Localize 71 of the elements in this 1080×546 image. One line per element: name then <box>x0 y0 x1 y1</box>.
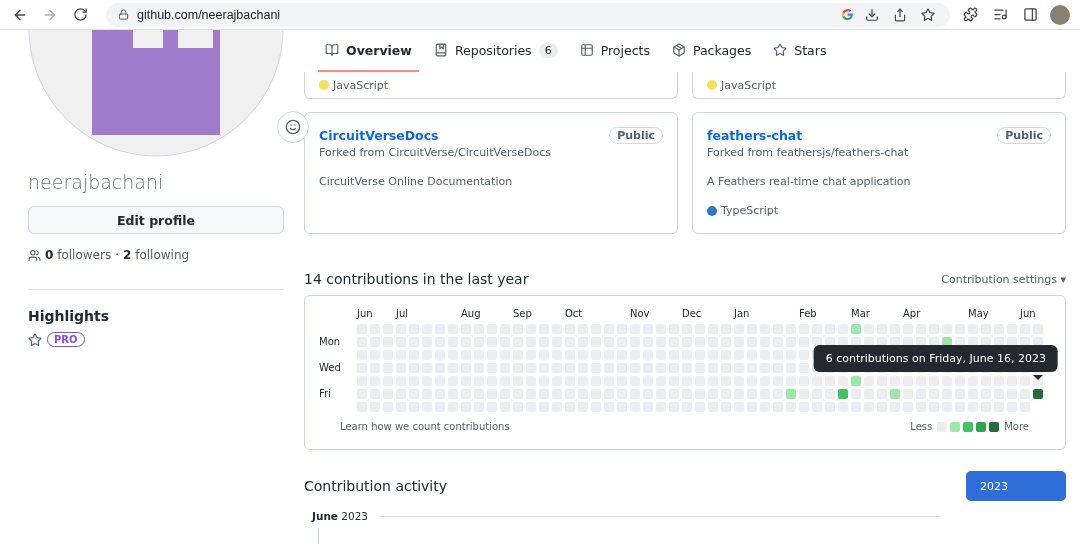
contributions-heading: 14 contributions in the last year <box>304 271 529 287</box>
contribution-settings-dropdown[interactable]: Contribution settings ▾ <box>941 272 1066 286</box>
tab-icon <box>325 43 339 57</box>
tab-icon <box>579 43 594 57</box>
month-label: Feb <box>799 308 818 321</box>
year-button[interactable]: 2023 <box>966 471 1066 501</box>
legend-swatch <box>976 421 987 432</box>
contribution-cell[interactable] <box>786 389 796 399</box>
contribution-cell[interactable] <box>838 389 848 399</box>
month-label: May <box>968 308 990 321</box>
star-icon <box>28 332 42 347</box>
contribution-cell[interactable] <box>851 324 861 334</box>
status-emoji-button[interactable] <box>277 111 309 143</box>
month-label: Jan <box>734 308 751 321</box>
contribution-cell[interactable] <box>1033 389 1043 399</box>
repo-description: CircuitVerse Online Documentation <box>319 175 514 188</box>
following-link[interactable]: 2 following <box>123 248 190 262</box>
contribution-cell[interactable] <box>812 337 822 347</box>
profile-tab[interactable]: Projects <box>572 30 657 72</box>
timeline-month-label: June 2023 <box>312 510 369 522</box>
month-label: Jun <box>1020 308 1037 321</box>
profile-tab[interactable]: Repositories 6 <box>426 30 565 72</box>
profile-tab[interactable]: Stars <box>766 30 834 72</box>
activity-heading: Contribution activity <box>304 478 447 494</box>
tooltip-arrow-icon <box>1033 375 1043 380</box>
language-label: JavaScript <box>333 78 389 92</box>
highlights-heading: Highlights <box>28 308 111 324</box>
tab-icon <box>671 43 686 57</box>
profile-tab[interactable]: Packages <box>664 30 759 72</box>
repo-link[interactable]: CircuitVerseDocs <box>319 128 439 143</box>
separator-dot: · <box>115 248 119 262</box>
tab-icon <box>773 43 788 57</box>
learn-contributions-link[interactable]: Learn how we count contributions <box>340 421 510 432</box>
weekday-label: Mon <box>319 337 342 347</box>
contribution-cell[interactable] <box>890 389 900 399</box>
smiley-icon <box>285 119 301 135</box>
weekday-label: Fri <box>319 389 332 399</box>
legend-swatch <box>989 421 1000 432</box>
google-g-icon[interactable] <box>841 8 854 21</box>
people-icon <box>28 248 41 262</box>
month-label: Oct <box>565 308 584 321</box>
month-label: Jul <box>396 308 410 321</box>
fork-note: Forked from CircuitVerse/CircuitVerseDocs <box>319 146 552 159</box>
profile-tab[interactable]: Overview <box>318 30 419 72</box>
repo-description: A Feathers real-time chat application <box>707 175 912 188</box>
legend-more-label: More <box>1004 421 1029 432</box>
month-label: Apr <box>903 308 922 321</box>
month-label: Sep <box>513 308 533 321</box>
weekday-label: Wed <box>319 363 342 373</box>
month-label: Nov <box>630 308 651 321</box>
legend-less-label: Less <box>910 421 933 432</box>
month-label: Jun <box>357 308 374 321</box>
tab-icon <box>433 43 448 57</box>
tooltip: 6 contributions on Friday, June 16, 2023 <box>813 345 1058 372</box>
legend-swatch <box>950 421 961 432</box>
repo-link[interactable]: feathers-chat <box>707 128 803 143</box>
profile-avatar[interactable] <box>1050 4 1070 25</box>
month-label: Aug <box>461 308 482 321</box>
language-label: TypeScript <box>721 204 779 217</box>
lock-icon <box>118 9 129 20</box>
language-label: JavaScript <box>721 78 777 92</box>
edit-profile-button[interactable]: Edit profile <box>28 206 284 234</box>
month-label: Mar <box>851 308 871 321</box>
contribution-cell[interactable] <box>851 376 861 386</box>
fork-note: Forked from feathersjs/feathers-chat <box>707 146 910 159</box>
username: neerajbachani <box>28 171 165 193</box>
followers-link[interactable]: 0 followers <box>45 248 112 262</box>
legend-swatch <box>963 421 974 432</box>
address-bar[interactable]: github.com/neerajbachani <box>106 2 950 27</box>
tab-count: 6 <box>538 42 558 58</box>
month-label: Dec <box>682 308 703 321</box>
